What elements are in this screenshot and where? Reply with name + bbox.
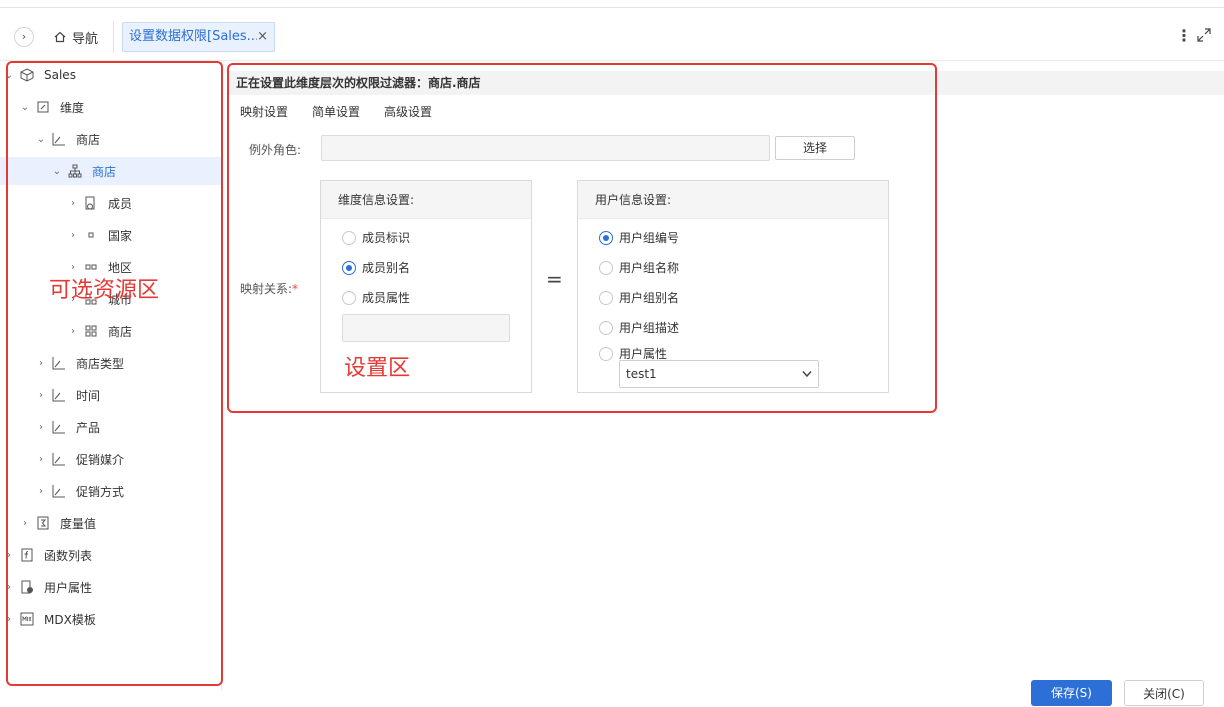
settings-area-annotation: 设置区 (344, 356, 411, 381)
tab-bar: › 导航 设置数据权限[Sales... × ⋮ (0, 9, 1224, 61)
expand-sidebar-button[interactable]: › (14, 27, 34, 47)
resource-area-annotation: 可选资源区 (49, 278, 160, 303)
more-options-icon[interactable]: ⋮ (1176, 26, 1192, 45)
tab-data-permission-label: 设置数据权限[Sales... (129, 29, 257, 44)
home-icon (54, 31, 66, 43)
close-button[interactable]: 关闭(C) (1124, 680, 1204, 706)
fullscreen-icon[interactable] (1196, 27, 1212, 43)
tab-navigation[interactable]: 导航 (54, 28, 99, 47)
resource-area-highlight (6, 61, 223, 686)
tab-navigation-label: 导航 (72, 31, 99, 47)
save-button[interactable]: 保存(S) (1031, 680, 1112, 706)
top-strip (0, 0, 1224, 8)
settings-area-highlight (227, 63, 937, 413)
tab-data-permission[interactable]: 设置数据权限[Sales... × (122, 22, 275, 52)
close-tab-icon[interactable]: × (257, 23, 268, 51)
tab-divider (113, 21, 114, 53)
